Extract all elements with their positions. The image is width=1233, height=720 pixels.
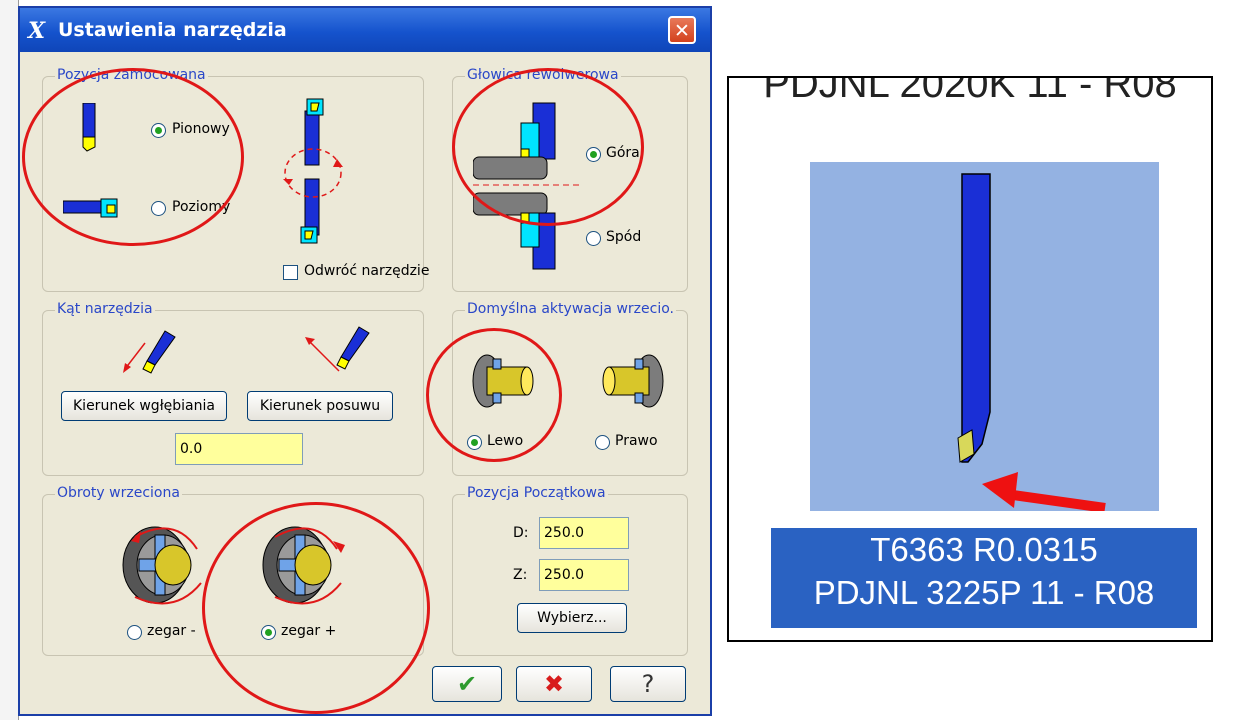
annotation-circle-spindle-left (426, 328, 562, 462)
d-input[interactable]: 250.0 (539, 517, 629, 549)
tool-angle-legend: Kąt narzędzia (55, 301, 155, 317)
radio-spindle-right[interactable] (595, 435, 610, 450)
annotation-circle-mount (22, 68, 244, 246)
d-label: D: (513, 525, 529, 541)
rotation-ccw-icon (122, 526, 202, 605)
annotation-circle-turret (452, 68, 644, 226)
start-position-group: Pozycja Początkowa D: 250.0 Z: 250.0 Wyb… (452, 485, 688, 656)
tool-x-icon: X (28, 18, 46, 44)
checkmark-icon: ✔ (456, 670, 478, 698)
radio-turret-bottom[interactable] (586, 231, 601, 246)
cancel-x-icon: ✖ (543, 670, 565, 698)
tool-angle-group: Kąt narzędzia Kierunek wgłębiania Kierun… (42, 301, 424, 476)
help-button[interactable]: ? (610, 666, 686, 702)
spindle-rotation-legend: Obroty wrzeciona (55, 485, 182, 501)
flip-tool-icon (283, 98, 343, 244)
cancel-button[interactable]: ✖ (516, 666, 592, 702)
spindle-right-label[interactable]: Prawo (615, 433, 658, 449)
radio-rotation-ccw[interactable] (127, 625, 142, 640)
tool-preview-image (810, 162, 1159, 511)
spindle-default-legend: Domyślna aktywacja wrzecio. (465, 301, 676, 317)
z-input[interactable]: 250.0 (539, 559, 629, 591)
flip-tool-label[interactable]: Odwróć narzędzie (304, 263, 429, 279)
dialog-title: Ustawienia narzędzia (58, 19, 287, 41)
preview-previous-tool-name: PDJNL 2020K 11 - R08 (763, 76, 1177, 106)
red-arrow-icon (982, 472, 1106, 511)
plunge-direction-button[interactable]: Kierunek wgłębiania (61, 391, 227, 421)
close-button[interactable]: ✕ (668, 16, 696, 44)
title-bar[interactable]: X Ustawienia narzędzia ✕ (20, 8, 710, 52)
ok-button[interactable]: ✔ (432, 666, 502, 702)
start-position-legend: Pozycja Początkowa (465, 485, 608, 501)
help-question-icon: ? (641, 670, 655, 698)
flip-tool-checkbox[interactable] (283, 265, 298, 280)
plunge-direction-icon (123, 330, 176, 374)
tool-caption-line1: T6363 R0.0315 (870, 531, 1098, 568)
feed-direction-icon (305, 326, 370, 372)
tool-preview-panel: PDJNL 2020K 11 - R08 T6363 R0.0315 PDJNL… (727, 76, 1213, 642)
close-icon: ✕ (674, 20, 690, 42)
feed-direction-button[interactable]: Kierunek posuwu (247, 391, 393, 421)
z-label: Z: (513, 567, 528, 583)
tool-angle-input[interactable]: 0.0 (175, 433, 303, 465)
rotation-ccw-label[interactable]: zegar - (147, 623, 196, 639)
annotation-circle-rotation-cw (202, 502, 430, 714)
tool-caption-line2: PDJNL 3225P 11 - R08 (813, 574, 1155, 611)
tool-settings-dialog: X Ustawienia narzędzia ✕ Pozycja zamocow… (18, 6, 712, 716)
spindle-right-icon (602, 354, 664, 408)
tool-caption: T6363 R0.0315 PDJNL 3225P 11 - R08 (771, 528, 1197, 628)
turret-bottom-label[interactable]: Spód (606, 229, 641, 245)
select-position-button[interactable]: Wybierz... (517, 603, 627, 633)
background-window-edge (0, 0, 19, 720)
